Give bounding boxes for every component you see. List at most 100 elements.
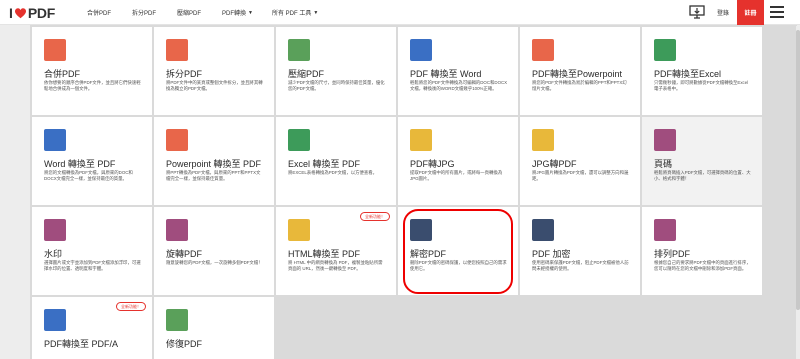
tool-card[interactable]: PDF轉換至 PDF/A 全新功能！ <box>32 297 152 359</box>
nav-pdf-convert[interactable]: PDF轉換 ▼ <box>222 0 253 25</box>
nav-split-pdf[interactable]: 拆分PDF <box>132 0 156 25</box>
page: I PDF 合併PDF 拆分PDF 壓縮PDF PDF轉換 ▼ 所有 PDF 工… <box>0 0 800 359</box>
tool-card[interactable]: 排列PDF 根據您自己的要求將PDF文檔中的頁面進行排序，您可以隨時在您的文檔中刪… <box>642 207 762 295</box>
tool-title: 排列PDF <box>654 249 691 259</box>
tool-card[interactable]: 壓縮PDF 減少PDF文檔的尺寸，並同時保持最佳質量，優化您的PDF文檔。 <box>276 27 396 115</box>
compress-pdf-icon <box>288 39 310 61</box>
tool-card[interactable]: 頁碼 輕鬆將頁碼插入PDF文檔，可選擇頁碼的位置、大小、格式和字體！ <box>642 117 762 205</box>
nav-merge-pdf-label: 合併PDF <box>87 11 112 17</box>
tool-card[interactable]: PDF 加密 使用密碼來保護PDF文檔，阻止PDF文檔被他人訪問未經授權的使用。 <box>520 207 640 295</box>
protect-pdf-icon <box>532 219 554 241</box>
tool-description: 輕鬆將頁碼插入PDF文檔，可選擇頁碼的位置、大小、格式和字體！ <box>654 170 751 182</box>
pdf-to-pdfa-icon <box>44 309 66 331</box>
pdf-to-excel-icon <box>654 39 676 61</box>
tool-description: 只需幾秒鐘，即可將數據從PDF文檔轉換至Excel電子表格中。 <box>654 80 749 92</box>
register-label: 註冊 <box>744 11 757 17</box>
tools-grid: 合併PDF 依你想要的順序合併PDF文件，並且將它們快速輕鬆地合併成為一個文件。拆… <box>30 25 797 359</box>
new-feature-badge: 全新功能！ <box>116 302 146 311</box>
tool-card[interactable]: 合併PDF 依你想要的順序合併PDF文件，並且將它們快速輕鬆地合併成為一個文件。 <box>32 27 152 115</box>
pdf-to-powerpoint-icon <box>532 39 554 61</box>
tool-card[interactable]: PDF轉JPG 提取PDF文檔中的所有圖片，或將每一頁轉換為JPG圖片。 <box>398 117 518 205</box>
tool-title: JPG轉PDF <box>532 159 577 169</box>
tool-title: 合併PDF <box>44 69 81 79</box>
page-numbers-icon <box>654 129 676 151</box>
tool-card[interactable]: 水印 選擇圖片或文字並添加到PDF文檔添加浮印，可選擇水印的位置、透明度和字體。 <box>32 207 152 295</box>
tool-card[interactable]: 拆分PDF 將PDF文件中的某頁或整個文件拆分，並且將其轉換為獨立的PDF文檔。 <box>154 27 274 115</box>
html-to-pdf-icon <box>288 219 310 241</box>
tool-title: PDF轉換至Excel <box>654 69 722 79</box>
tool-description: 根據您自己的要求將PDF文檔中的頁面進行排序，您可以隨時在您的文檔中刪除和添加P… <box>654 260 751 272</box>
tool-card[interactable]: PDF 轉換至 Word 輕鬆將您的PDF文件轉換為可編輯的DOC和DOCX文檔，… <box>398 27 518 115</box>
tool-title: PDF 加密 <box>532 249 571 259</box>
register-button[interactable]: 註冊 <box>737 0 764 25</box>
organize-pdf-icon <box>654 219 676 241</box>
tool-card[interactable]: HTML轉換至 PDF 將 HTML 中的網頁轉換為 PDF，複製並粘貼所需頁面的… <box>276 207 396 295</box>
caret-down-icon: ▼ <box>248 9 253 16</box>
logo-i: I <box>9 4 13 21</box>
caret-down-icon: ▼ <box>313 9 319 16</box>
tool-title: 拆分PDF <box>166 69 203 79</box>
repair-pdf-icon <box>166 309 188 331</box>
nav-all-tools[interactable]: 所有 PDF 工具 ▼ <box>272 0 318 25</box>
nav-compress-pdf-label: 壓縮PDF <box>177 11 202 17</box>
scrollbar-thumb[interactable] <box>796 30 800 310</box>
tool-description: 將JPG圖片轉換為PDF文檔，還可以調整方向和邊距。 <box>532 170 629 182</box>
tool-description: 提取PDF文檔中的所有圖片，或將每一頁轉換為JPG圖片。 <box>410 170 503 182</box>
tool-card[interactable]: 修復PDF <box>154 297 274 359</box>
pdf-to-jpg-icon <box>410 129 432 151</box>
tool-description: 隨意旋轉您的PDF文檔，一次旋轉多個PDF文檔！ <box>166 260 263 265</box>
tool-description: 將您的文檔轉換為PDF文檔，與原來的DOC和DOCX文檔完全一樣，並保持最佳的質… <box>44 170 133 182</box>
tool-title: 水印 <box>44 249 63 259</box>
tool-description: 輕鬆將您的PDF文件轉換為可編輯的DOC和DOCX文檔，轉換後的WORD文檔幾乎… <box>410 80 508 92</box>
rotate-pdf-icon <box>166 219 188 241</box>
word-to-pdf-icon <box>44 129 66 151</box>
tool-description: 將您的PDF文件轉換為易於編輯的PPT和PPTX幻燈片文檔。 <box>532 80 627 92</box>
tool-title: PDF轉換至 PDF/A <box>44 339 119 349</box>
tool-description: 使用密碼來保護PDF文檔，阻止PDF文檔被他人訪問未經授權的使用。 <box>532 260 629 272</box>
nav-compress-pdf[interactable]: 壓縮PDF <box>177 0 201 25</box>
tool-card[interactable]: PDF轉換至Excel 只需幾秒鐘，即可將數據從PDF文檔轉換至Excel電子表格… <box>642 27 762 115</box>
desktop-app-icon[interactable] <box>689 4 705 20</box>
tool-card[interactable]: JPG轉PDF 將JPG圖片轉換為PDF文檔，還可以調整方向和邊距。 <box>520 117 640 205</box>
tool-card[interactable]: Powerpoint 轉換至 PDF 將PPT轉換為PDF文檔，與原來的PPT和P… <box>154 117 274 205</box>
tool-description: 減少PDF文檔的尺寸，並同時保持最佳質量，優化您的PDF文檔。 <box>288 80 385 92</box>
new-feature-badge: 全新功能！ <box>360 212 390 221</box>
tool-title: PDF轉JPG <box>410 159 455 169</box>
tool-card[interactable]: 旋轉PDF 隨意旋轉您的PDF文檔，一次旋轉多個PDF文檔！ <box>154 207 274 295</box>
nav-merge-pdf[interactable]: 合併PDF <box>87 0 111 25</box>
menu-icon[interactable] <box>770 6 784 18</box>
tool-card[interactable]: Excel 轉換至 PDF 將EXCEL表格轉換為PDF文檔，以方便查看。 <box>276 117 396 205</box>
tool-card[interactable]: Word 轉換至 PDF 將您的文檔轉換為PDF文檔，與原來的DOC和DOCX文檔… <box>32 117 152 205</box>
nav-all-tools-label: 所有 PDF 工具 <box>272 11 312 17</box>
top-header: I PDF 合併PDF 拆分PDF 壓縮PDF PDF轉換 ▼ 所有 PDF 工… <box>0 0 800 25</box>
ilovepdf-logo[interactable]: I PDF <box>9 4 55 21</box>
nav-split-pdf-label: 拆分PDF <box>132 11 157 17</box>
watermark-icon <box>44 219 66 241</box>
jpg-to-pdf-icon <box>532 129 554 151</box>
tool-description: 將EXCEL表格轉換為PDF文檔，以方便查看。 <box>288 170 378 175</box>
tool-title: 頁碼 <box>654 159 673 169</box>
tool-title: 壓縮PDF <box>288 69 325 79</box>
tool-description: 依你想要的順序合併PDF文件，並且將它們快速輕鬆地合併成為一個文件。 <box>44 80 141 92</box>
login-label: 登錄 <box>716 11 729 17</box>
logo-pdf: PDF <box>27 4 55 21</box>
excel-to-pdf-icon <box>288 129 310 151</box>
merge-pdf-icon <box>44 39 66 61</box>
tool-card[interactable]: PDF轉換至Powerpoint 將您的PDF文件轉換為易於編輯的PPT和PPTX… <box>520 27 640 115</box>
tool-title: Word 轉換至 PDF <box>44 159 116 169</box>
tool-title: PDF 轉換至 Word <box>410 69 482 79</box>
tool-description: 將PDF文件中的某頁或整個文件拆分，並且將其轉換為獨立的PDF文檔。 <box>166 80 263 92</box>
tool-title: HTML轉換至 PDF <box>288 249 361 259</box>
tool-title: PDF轉換至Powerpoint <box>532 69 623 79</box>
heart-icon <box>14 7 26 18</box>
tool-description: 將 HTML 中的網頁轉換為 PDF，複製並粘貼所需頁面的 URL，然後一鍵轉換… <box>288 260 383 272</box>
powerpoint-to-pdf-icon <box>166 129 188 151</box>
highlight-circle <box>403 209 513 294</box>
nav-pdf-convert-label: PDF轉換 <box>222 11 247 17</box>
tool-description: 將PPT轉換為PDF文檔，與原來的PPT和PPTX文檔完全一樣，並保持最佳質量。 <box>166 170 261 182</box>
login-link[interactable]: 登錄 <box>710 0 736 25</box>
tool-title: 修復PDF <box>166 339 203 349</box>
tool-title: Excel 轉換至 PDF <box>288 159 361 169</box>
pdf-to-word-icon <box>410 39 432 61</box>
split-pdf-icon <box>166 39 188 61</box>
